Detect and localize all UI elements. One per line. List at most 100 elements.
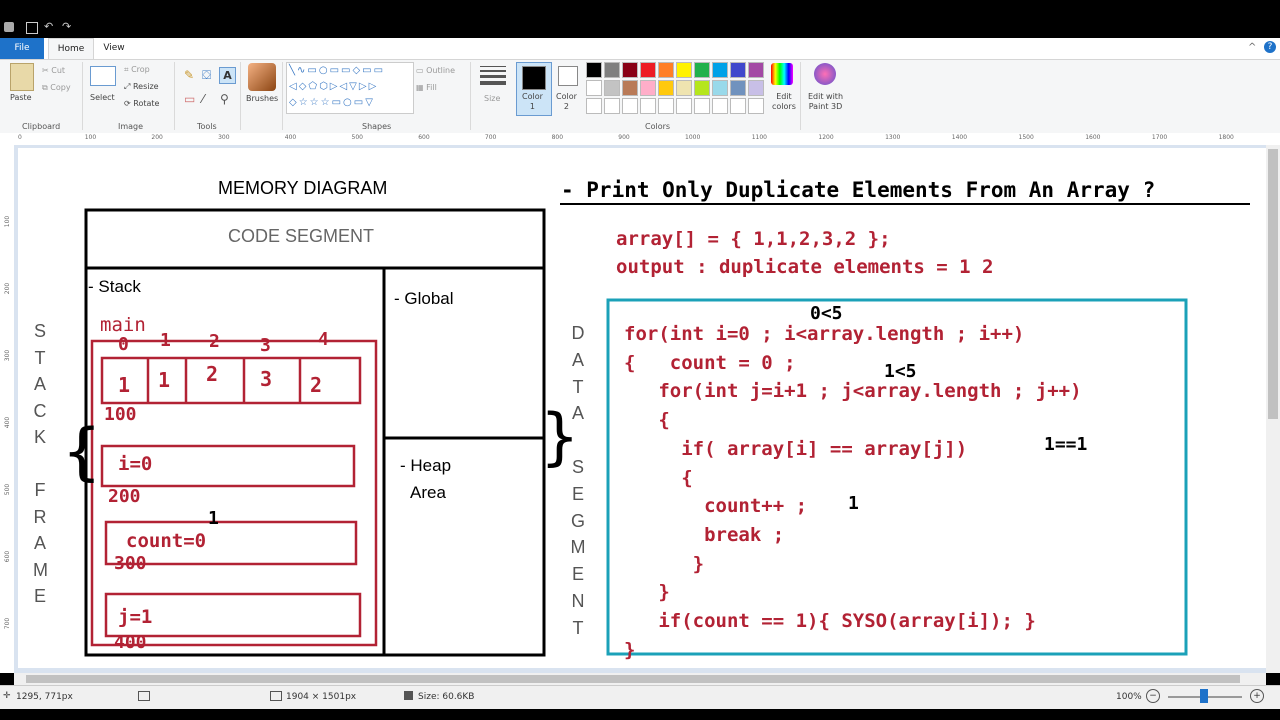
- palette-swatch[interactable]: [622, 62, 638, 78]
- size-icon[interactable]: [480, 66, 506, 85]
- select-icon[interactable]: [90, 66, 116, 86]
- fill-button[interactable]: ▦ Fill: [416, 83, 437, 92]
- horizontal-scrollbar[interactable]: [14, 673, 1266, 685]
- index-1: 1: [160, 330, 171, 351]
- palette-swatch[interactable]: [730, 98, 746, 114]
- edit-colors-icon[interactable]: [771, 63, 793, 85]
- palette-swatch[interactable]: [604, 62, 620, 78]
- paste-icon[interactable]: [10, 63, 34, 91]
- zoom-in-icon[interactable]: +: [1250, 689, 1264, 703]
- code-line: {: [624, 409, 670, 432]
- palette-swatch[interactable]: [730, 62, 746, 78]
- save-icon[interactable]: [26, 22, 38, 34]
- palette-swatch[interactable]: [658, 62, 674, 78]
- palette-swatch[interactable]: [694, 62, 710, 78]
- palette-swatch[interactable]: [712, 62, 728, 78]
- group-divider: [82, 62, 83, 130]
- help-icon[interactable]: ?: [1264, 41, 1276, 53]
- palette-swatch[interactable]: [604, 98, 620, 114]
- palette-swatch[interactable]: [622, 80, 638, 96]
- text-tool-icon[interactable]: A: [219, 67, 236, 84]
- ruler-tick-label: 1700: [1151, 134, 1168, 141]
- tab-home[interactable]: Home: [48, 38, 94, 60]
- canvas[interactable]: { } MEMORY DIAGRAM CODE SEGMENT - Stack …: [18, 148, 1266, 668]
- group-divider: [240, 62, 241, 130]
- palette-swatch[interactable]: [676, 62, 692, 78]
- color2-label: Color 2: [556, 92, 577, 111]
- shapes-gallery[interactable]: ╲∿▭○▭▭◇▭▭ ◁◇⬠⬡▷◁▽▷▷ ◇☆☆☆▭○▭▽: [286, 62, 414, 114]
- palette-swatch[interactable]: [694, 98, 710, 114]
- color2-swatch[interactable]: [558, 66, 578, 86]
- palette-swatch[interactable]: [658, 98, 674, 114]
- palette-swatch[interactable]: [676, 80, 692, 96]
- palette-swatch[interactable]: [640, 62, 656, 78]
- undo-icon[interactable]: ↶: [44, 20, 56, 33]
- brushes-button[interactable]: Brushes: [246, 94, 278, 103]
- fill-bucket-icon[interactable]: ⛋: [202, 68, 211, 83]
- ruler-tick-label: 1100: [751, 134, 767, 141]
- vertical-letter: T: [572, 617, 584, 638]
- memory-diagram-title: MEMORY DIAGRAM: [218, 178, 388, 198]
- ruler-tick-label: 1400: [951, 134, 968, 141]
- ruler-tick-label: 1200: [818, 134, 834, 141]
- magnifier-icon[interactable]: ⚲: [220, 92, 229, 106]
- palette-swatch[interactable]: [676, 98, 692, 114]
- zoom-out-icon[interactable]: −: [1146, 689, 1160, 703]
- rotate-button[interactable]: ⟳ Rotate: [124, 99, 159, 108]
- ruler-tick-label: 700: [484, 134, 497, 141]
- palette-swatch[interactable]: [586, 62, 602, 78]
- vertical-letter: K: [33, 427, 46, 447]
- palette-swatch[interactable]: [748, 80, 764, 96]
- colors-group-label: Colors: [645, 122, 671, 131]
- collapse-ribbon-icon[interactable]: ^: [1248, 42, 1256, 53]
- zoom-slider-thumb[interactable]: [1200, 689, 1208, 703]
- palette-swatch[interactable]: [730, 80, 746, 96]
- eraser-icon[interactable]: ▭: [184, 92, 195, 106]
- file-size: Size: 60.6KB: [418, 692, 475, 702]
- palette-swatch[interactable]: [712, 80, 728, 96]
- paint3d-icon[interactable]: [814, 63, 836, 85]
- palette-swatch[interactable]: [586, 80, 602, 96]
- palette-swatch[interactable]: [586, 98, 602, 114]
- note-equality: 1==1: [1044, 434, 1088, 455]
- palette-swatch[interactable]: [622, 98, 638, 114]
- count-overwrite-value: 1: [208, 508, 219, 529]
- palette-swatch[interactable]: [658, 80, 674, 96]
- brushes-icon[interactable]: [248, 63, 276, 91]
- tab-file[interactable]: File: [0, 38, 44, 59]
- memory-box: [84, 208, 546, 657]
- edit-paint3d-button[interactable]: Edit with Paint 3D: [808, 92, 843, 112]
- horizontal-scroll-thumb[interactable]: [26, 675, 1240, 683]
- vertical-letter: [33, 451, 47, 478]
- palette-swatch[interactable]: [748, 62, 764, 78]
- vertical-letter: N: [571, 590, 585, 611]
- size-button[interactable]: Size: [484, 94, 500, 103]
- palette-swatch[interactable]: [604, 80, 620, 96]
- palette-swatch[interactable]: [712, 98, 728, 114]
- pencil-icon[interactable]: ✎: [184, 68, 194, 82]
- ruler-tick-label: 900: [618, 134, 630, 141]
- color-picker-icon[interactable]: ⁄: [202, 92, 204, 106]
- redo-icon[interactable]: ↷: [62, 20, 74, 33]
- paste-button[interactable]: Paste: [10, 93, 32, 102]
- outline-button[interactable]: ▭ Outline: [416, 66, 455, 75]
- select-button[interactable]: Select: [90, 93, 115, 102]
- address-400: 400: [114, 632, 147, 653]
- resize-button[interactable]: ⤢ Resize: [124, 82, 159, 92]
- crop-button[interactable]: ⌗ Crop: [124, 65, 150, 75]
- cut-button[interactable]: ✂ Cut: [42, 66, 65, 75]
- fill-icon: ▦: [416, 83, 424, 92]
- edit-colors-button[interactable]: Edit colors: [772, 92, 796, 112]
- left-brace: {: [62, 415, 101, 488]
- palette-swatch[interactable]: [640, 98, 656, 114]
- palette-swatch[interactable]: [748, 98, 764, 114]
- vertical-letter: M: [570, 537, 586, 558]
- array-value-0: 1: [118, 373, 131, 397]
- vertical-scrollbar[interactable]: [1266, 145, 1280, 673]
- clipboard-group-label: Clipboard: [22, 122, 61, 131]
- palette-swatch[interactable]: [694, 80, 710, 96]
- palette-swatch[interactable]: [640, 80, 656, 96]
- tab-view[interactable]: View: [94, 38, 134, 59]
- vertical-scroll-thumb[interactable]: [1268, 149, 1278, 419]
- copy-button[interactable]: ⧉ Copy: [42, 83, 71, 93]
